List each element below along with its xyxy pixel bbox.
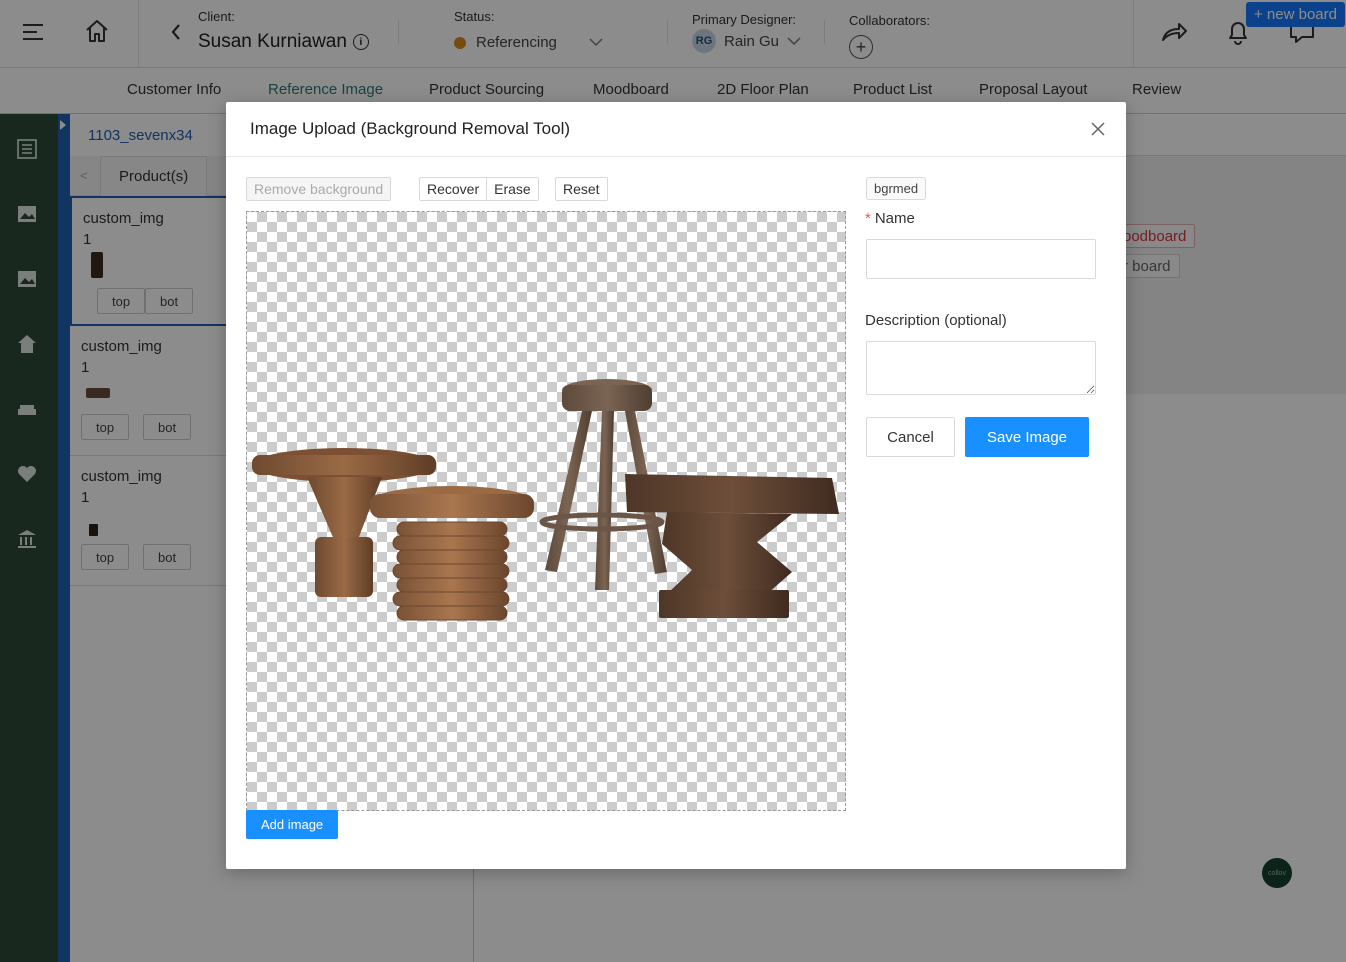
- name-label: * Name: [865, 210, 915, 227]
- description-label: Description (optional): [865, 312, 1007, 329]
- recover-button[interactable]: Recover: [420, 178, 486, 200]
- add-image-button[interactable]: Add image: [246, 810, 339, 839]
- remove-background-button[interactable]: Remove background: [246, 177, 392, 201]
- image-canvas[interactable]: [246, 211, 846, 811]
- image-upload-modal: Image Upload (Background Removal Tool) R…: [226, 102, 1126, 869]
- status-badge: bgrmed: [866, 177, 927, 200]
- modal-title: Image Upload (Background Removal Tool): [250, 119, 571, 138]
- close-icon[interactable]: [1088, 119, 1108, 139]
- name-input[interactable]: [866, 239, 1096, 279]
- furniture-image: [252, 379, 839, 621]
- modal-header: Image Upload (Background Removal Tool): [226, 102, 1126, 157]
- description-input[interactable]: [866, 341, 1096, 395]
- brush-mode-group: Recover Erase: [419, 177, 539, 201]
- required-mark: *: [865, 210, 871, 227]
- reset-button[interactable]: Reset: [555, 177, 608, 201]
- cancel-button[interactable]: Cancel: [866, 417, 955, 457]
- save-image-button[interactable]: Save Image: [965, 417, 1089, 457]
- erase-button[interactable]: Erase: [486, 178, 538, 200]
- name-label-text: Name: [874, 210, 915, 227]
